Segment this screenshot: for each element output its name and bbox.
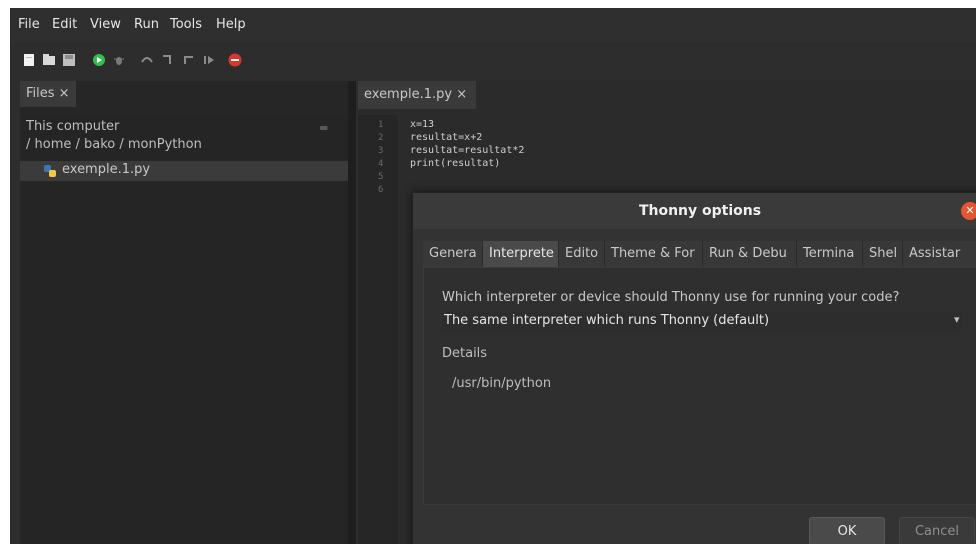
save-file-icon[interactable] bbox=[62, 53, 76, 67]
menu-view[interactable]: View bbox=[90, 17, 121, 32]
step-over-icon[interactable] bbox=[140, 53, 154, 67]
code-line[interactable]: resultat=x+2 bbox=[410, 132, 482, 143]
details-heading: Details bbox=[442, 346, 488, 361]
line-number: 6 bbox=[378, 185, 384, 195]
step-out-icon[interactable] bbox=[182, 53, 196, 67]
file-row[interactable]: exemple.1.py bbox=[20, 161, 348, 181]
line-number: 2 bbox=[378, 133, 384, 143]
chevron-down-icon[interactable]: ▾ bbox=[954, 313, 960, 326]
location-title: This computer bbox=[26, 119, 120, 134]
line-number: 1 bbox=[378, 120, 384, 130]
menu-help[interactable]: Help bbox=[216, 17, 246, 32]
files-tab[interactable]: Files × bbox=[20, 81, 76, 107]
file-name: exemple.1.py bbox=[62, 162, 151, 177]
menu-run[interactable]: Run bbox=[134, 17, 159, 32]
tab-interpreter[interactable]: Interprete bbox=[483, 241, 559, 267]
python-file-icon bbox=[44, 165, 56, 177]
step-into-icon[interactable] bbox=[160, 53, 174, 67]
toolbar bbox=[10, 46, 976, 72]
line-number: 5 bbox=[378, 172, 384, 182]
menu-file[interactable]: File bbox=[18, 17, 40, 32]
pane-splitter[interactable] bbox=[348, 81, 356, 544]
thonny-window: File Edit View Run Tools Help Files × Th… bbox=[10, 8, 976, 544]
tab-theme-font[interactable]: Theme & For bbox=[605, 241, 703, 267]
dialog-title: Thonny options bbox=[413, 193, 976, 229]
new-file-icon[interactable] bbox=[22, 53, 36, 67]
code-line[interactable]: print(resultat) bbox=[410, 158, 500, 169]
menu-bar: File Edit View Run Tools Help bbox=[10, 8, 976, 42]
options-dialog: Thonny options ✕ Genera Interprete Edito… bbox=[412, 192, 976, 544]
cancel-button[interactable]: Cancel bbox=[899, 517, 975, 544]
editor-tab[interactable]: exemple.1.py × bbox=[358, 81, 476, 109]
line-number: 4 bbox=[378, 159, 384, 169]
line-number-gutter: 1 2 3 4 5 6 bbox=[358, 115, 398, 544]
run-icon[interactable] bbox=[92, 53, 106, 67]
tab-editor[interactable]: Edito bbox=[559, 241, 605, 267]
location-path[interactable]: / home / bako / monPython bbox=[26, 137, 202, 152]
tab-terminal[interactable]: Termina bbox=[797, 241, 863, 267]
code-line[interactable]: resultat=resultat*2 bbox=[410, 145, 524, 156]
menu-tools[interactable]: Tools bbox=[170, 17, 202, 32]
resume-icon[interactable] bbox=[202, 53, 216, 67]
interpreter-panel: Which interpreter or device should Thonn… bbox=[423, 267, 976, 505]
open-file-icon[interactable] bbox=[42, 53, 56, 67]
tab-run-debug[interactable]: Run & Debu bbox=[703, 241, 797, 267]
interpreter-select[interactable]: The same interpreter which runs Thonny (… bbox=[442, 311, 962, 331]
tab-shell[interactable]: Shel bbox=[863, 241, 903, 267]
tab-assistant[interactable]: Assistar bbox=[903, 241, 976, 267]
code-line[interactable]: x=13 bbox=[410, 119, 434, 130]
interpreter-question: Which interpreter or device should Thonn… bbox=[442, 290, 900, 305]
files-pane: Files × This computer / home / bako / mo… bbox=[20, 81, 348, 544]
ok-button[interactable]: OK bbox=[809, 517, 885, 544]
menu-edit[interactable]: Edit bbox=[52, 17, 77, 32]
interpreter-path: /usr/bin/python bbox=[452, 376, 552, 391]
files-browser: This computer / home / bako / monPython … bbox=[20, 115, 348, 544]
debug-icon[interactable] bbox=[112, 53, 126, 67]
stop-icon[interactable] bbox=[228, 53, 242, 67]
line-number: 3 bbox=[378, 146, 384, 156]
tab-general[interactable]: Genera bbox=[423, 241, 483, 267]
menu-icon[interactable]: ═ bbox=[320, 121, 327, 135]
close-icon[interactable]: ✕ bbox=[961, 202, 976, 220]
